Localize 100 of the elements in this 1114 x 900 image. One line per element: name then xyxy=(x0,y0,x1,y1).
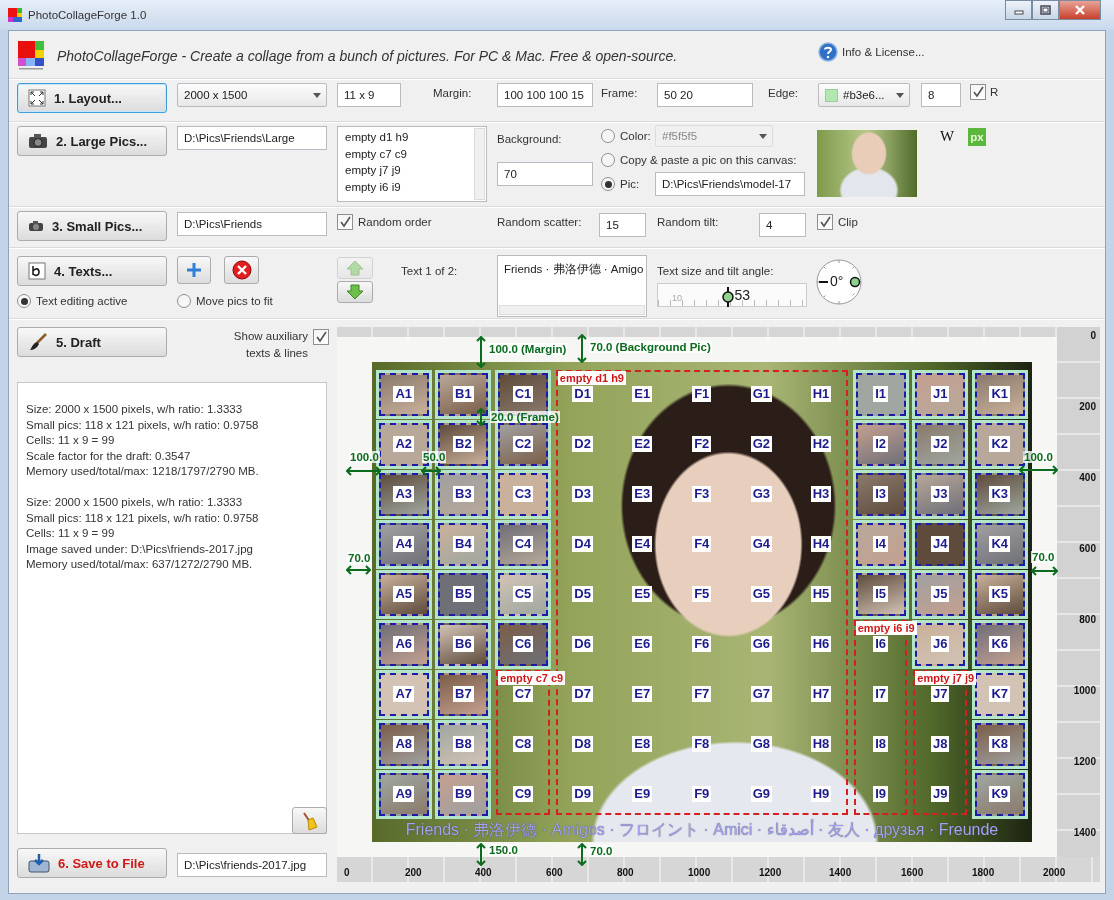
log-line: Cells: 11 x 9 = 99 xyxy=(26,433,116,448)
caret-icon xyxy=(896,92,904,98)
radio-button[interactable] xyxy=(177,294,191,308)
cell-label: J4 xyxy=(930,536,950,552)
plus-icon xyxy=(186,262,202,278)
cell-label: C7 xyxy=(512,686,534,702)
step-button[interactable]: 1. Layout... xyxy=(17,83,167,113)
dimension-arrow xyxy=(346,565,371,575)
info-link[interactable]: Info & License... xyxy=(842,44,962,60)
camera-icon xyxy=(28,133,48,149)
slider-thumb[interactable] xyxy=(721,287,734,307)
checkbox-label: Show auxiliary texts & lines xyxy=(232,329,308,361)
step-button[interactable]: 5. Draft xyxy=(17,327,167,357)
grid-field[interactable]: 11 x 9 xyxy=(337,83,401,107)
cell-label: E7 xyxy=(632,686,653,702)
cell-label: I3 xyxy=(873,486,888,502)
dimension-label: 150.0 xyxy=(488,844,519,856)
dimension-label: 50.0 xyxy=(422,451,447,463)
folder-field[interactable]: D:\Pics\Friends xyxy=(177,212,327,236)
checkbox[interactable] xyxy=(817,214,833,230)
cell-label: K3 xyxy=(989,486,1011,502)
radio-button[interactable] xyxy=(17,294,31,308)
cell-label: E5 xyxy=(632,586,653,602)
output-path-field[interactable]: D:\Pics\friends-2017.jpg xyxy=(177,853,327,877)
cell-label: J1 xyxy=(930,386,950,402)
cell-label: I9 xyxy=(873,786,888,802)
dimension-arrow xyxy=(421,466,441,476)
field-label: Random tilt: xyxy=(657,215,720,230)
cell-label: C4 xyxy=(512,536,534,552)
region-label: empty d1 h9 xyxy=(557,371,626,385)
cell-label: I2 xyxy=(873,436,888,452)
cell-label: A9 xyxy=(393,786,415,802)
radio-label: Pic: xyxy=(620,177,641,192)
cell-label: C2 xyxy=(512,436,534,452)
scrollbar[interactable] xyxy=(474,128,485,200)
cell-label: F8 xyxy=(692,736,712,752)
dimension-arrow xyxy=(476,408,486,426)
dimension-label: 70.0 xyxy=(1031,551,1056,563)
radio-button[interactable] xyxy=(601,129,615,143)
step-button[interactable]: 4. Texts... xyxy=(17,256,167,286)
text-area[interactable]: Friends · 弗洛伊德 · Amigo xyxy=(497,255,647,317)
log-line: Image saved under: D:\Pics\friends-2017.jpg xyxy=(26,541,254,557)
list-item[interactable]: empty i6 i9 xyxy=(345,178,486,195)
link-logo[interactable]: W xyxy=(940,128,958,145)
folder-field[interactable]: D:\Pics\Friends\Large xyxy=(177,126,327,150)
delete-button[interactable] xyxy=(224,256,259,284)
cell-label: K4 xyxy=(989,536,1011,552)
step-button[interactable]: 6. Save to File xyxy=(17,848,167,878)
size-slider[interactable]: 10 53 xyxy=(657,283,807,307)
checkbox[interactable] xyxy=(970,84,986,100)
cell-label: J5 xyxy=(930,586,950,602)
scrollbar[interactable] xyxy=(499,305,645,315)
cell-label: H2 xyxy=(810,436,832,452)
list-item[interactable]: empty c7 c9 xyxy=(345,145,486,162)
tilt-field[interactable]: 4 xyxy=(759,213,806,237)
list-item[interactable]: empty j7 j9 xyxy=(345,162,486,179)
cell-label: B2 xyxy=(453,436,474,452)
frame-field[interactable]: 50 20 xyxy=(657,83,753,107)
minimize-button[interactable] xyxy=(1005,0,1032,20)
checkbox-label: R xyxy=(990,85,1000,100)
margin-field[interactable]: 100 100 100 15 xyxy=(497,83,593,107)
dimension-label: 100.0 xyxy=(349,451,380,463)
cell-label: G4 xyxy=(750,536,773,552)
help-icon xyxy=(818,42,838,62)
close-button[interactable] xyxy=(1059,0,1101,20)
radio-button[interactable] xyxy=(601,177,615,191)
window-title: PhotoCollageForge 1.0 xyxy=(28,8,148,23)
region-list[interactable]: empty d1 h9 empty c7 c9 empty j7 j9 empty i6 i9 xyxy=(337,126,487,202)
background-pic-field[interactable]: D:\Pics\Friends\model-17 xyxy=(655,172,805,196)
step-button[interactable]: 3. Small Pics... xyxy=(17,211,167,241)
cell-label: E8 xyxy=(632,736,653,752)
step-button[interactable]: 2. Large Pics... xyxy=(17,126,167,156)
size-dropdown[interactable]: 2000 x 1500 xyxy=(177,83,327,107)
dimension-label: 70.0 (Background Pic) xyxy=(589,341,712,353)
cell-label: H5 xyxy=(810,586,832,602)
cell-label: D2 xyxy=(572,436,593,452)
cell-label: J8 xyxy=(930,736,950,752)
ruler-label: 0 xyxy=(1090,330,1096,341)
ruler-label: 600 xyxy=(546,867,563,878)
list-item[interactable]: empty d1 h9 xyxy=(345,129,486,146)
angle-dial[interactable]: 0° xyxy=(815,258,863,306)
cell-label: J3 xyxy=(930,486,950,502)
region-label: empty c7 c9 xyxy=(498,671,566,685)
clear-button[interactable] xyxy=(292,807,327,834)
add-button[interactable] xyxy=(177,256,211,284)
ruler-label: 2000 xyxy=(1043,867,1066,878)
edge-color-dropdown[interactable]: #b3e6... xyxy=(818,83,910,107)
arrow-button[interactable] xyxy=(337,281,373,303)
caret-icon xyxy=(759,133,767,139)
cell-label: A8 xyxy=(393,736,415,752)
background-field[interactable]: 70 xyxy=(497,162,593,186)
edge-width-field[interactable]: 8 xyxy=(921,83,961,107)
scatter-field[interactable]: 15 xyxy=(599,213,646,237)
ruler-label: 600 xyxy=(1079,543,1096,554)
ruler-label: 1400 xyxy=(829,867,852,878)
checkbox[interactable] xyxy=(313,329,329,345)
checkbox[interactable] xyxy=(337,214,353,230)
ruler-label: 1800 xyxy=(972,867,995,878)
radio-button[interactable] xyxy=(601,153,615,167)
maximize-button[interactable] xyxy=(1032,0,1059,20)
